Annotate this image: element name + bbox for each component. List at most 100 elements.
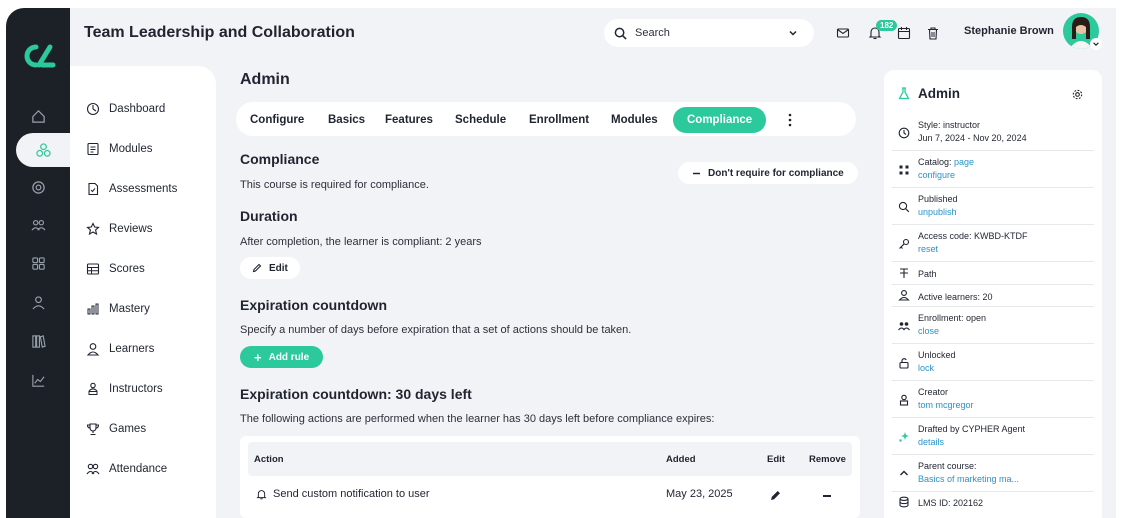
tab-features[interactable]: Features — [385, 109, 433, 131]
panel-row-path: Path — [892, 262, 1094, 285]
target-icon — [31, 180, 45, 194]
rail-library[interactable] — [6, 324, 70, 358]
database-icon — [899, 496, 909, 508]
added-cell: May 23, 2025 — [666, 488, 733, 500]
modules-icon — [35, 142, 51, 157]
content-heading: Admin — [240, 71, 290, 88]
edit-row-button[interactable] — [770, 490, 781, 501]
bar-chart-icon — [87, 303, 99, 315]
enrollment-label: Enrollment: open — [918, 313, 987, 323]
search-icon — [898, 201, 910, 213]
tab-configure[interactable]: Configure — [250, 109, 304, 131]
action-cell: Send custom notification to user — [256, 488, 430, 500]
sidebar-item-attendance[interactable]: Attendance — [86, 459, 167, 479]
app-logo[interactable] — [20, 41, 56, 71]
group-icon — [86, 463, 100, 475]
unpublish-link[interactable]: unpublish — [918, 207, 957, 217]
edit-duration-button[interactable]: Edit — [240, 257, 300, 279]
pencil-icon — [771, 491, 780, 500]
compliance-title: Compliance — [240, 151, 320, 167]
access-code-label: Access code: KWBD-KTDF — [918, 231, 1028, 241]
details-link[interactable]: details — [918, 437, 944, 447]
more-options-icon[interactable] — [786, 113, 794, 127]
catalog-label: Catalog: page — [918, 157, 974, 167]
remove-row-button[interactable] — [822, 493, 832, 499]
rail-users[interactable] — [6, 208, 70, 242]
table-icon — [86, 263, 100, 275]
panel-row-parent-course: Parent course: Basics of marketing ma... — [892, 455, 1094, 492]
actions-table: Action Added Edit Remove Send custom not… — [240, 436, 860, 518]
sidebar-item-reviews[interactable]: Reviews — [86, 219, 152, 239]
grid-icon — [31, 256, 45, 270]
chevron-up-icon[interactable] — [898, 467, 910, 479]
user-name[interactable]: Stephanie Brown — [964, 25, 1054, 37]
rail-target[interactable] — [6, 170, 70, 204]
avatar-menu-chevron-icon[interactable] — [1090, 38, 1102, 50]
rail-chart[interactable] — [6, 363, 70, 397]
published-label: Published — [918, 194, 958, 204]
sidebar-item-label: Dashboard — [109, 103, 166, 115]
catalog-page-link[interactable]: page — [954, 157, 974, 167]
duration-title: Duration — [240, 208, 298, 224]
parent-course-link[interactable]: Basics of marketing ma... — [918, 474, 1019, 484]
sidebar-item-modules[interactable]: Modules — [86, 139, 152, 159]
enroll-icon — [898, 322, 910, 331]
panel-row-active-learners: Active learners: 20 — [892, 285, 1094, 307]
sidebar-item-label: Scores — [109, 263, 145, 275]
sidebar-item-scores[interactable]: Scores — [86, 259, 145, 279]
drafted-label: Drafted by CYPHER Agent — [918, 424, 1026, 434]
catalog-configure-link[interactable]: configure — [918, 170, 955, 180]
column-header-added: Added — [666, 454, 696, 465]
tab-schedule[interactable]: Schedule — [455, 109, 506, 131]
calendar-icon[interactable] — [897, 26, 911, 40]
admin-info-panel: Admin Style: instructor Jun 7, 2024 - No… — [884, 70, 1102, 518]
trophy-icon — [86, 423, 100, 436]
expiration-text: Specify a number of days before expirati… — [240, 324, 632, 336]
tab-modules[interactable]: Modules — [611, 109, 658, 131]
trash-icon[interactable] — [926, 26, 940, 40]
lock-link[interactable]: lock — [918, 363, 934, 373]
tab-basics[interactable]: Basics — [328, 109, 365, 131]
pencil-icon — [252, 263, 262, 273]
unlock-icon — [899, 358, 909, 369]
close-enrollment-link[interactable]: close — [918, 326, 939, 336]
rail-user[interactable] — [6, 285, 70, 319]
sidebar-item-label: Mastery — [109, 303, 150, 315]
panel-row-published: Published unpublish — [892, 188, 1094, 225]
sidebar-item-assessments[interactable]: Assessments — [86, 179, 177, 199]
sidebar-item-mastery[interactable]: Mastery — [86, 299, 150, 319]
search-input[interactable]: Search — [604, 19, 814, 47]
page-title: Team Leadership and Collaboration — [84, 24, 355, 41]
panel-row-access-code: Access code: KWBD-KTDF reset — [892, 225, 1094, 262]
app-rail — [6, 8, 70, 518]
sidebar-item-instructors[interactable]: Instructors — [86, 379, 163, 399]
tab-enrollment[interactable]: Enrollment — [529, 109, 589, 131]
rail-grid[interactable] — [6, 246, 70, 280]
path-label[interactable]: Path — [918, 269, 937, 279]
minus-icon — [693, 172, 700, 174]
add-rule-label: Add rule — [268, 351, 310, 363]
sidebar-item-learners[interactable]: Learners — [86, 339, 154, 359]
dashboard-icon — [86, 102, 100, 116]
dont-require-button[interactable]: Don't require for compliance — [678, 162, 858, 184]
sidebar-item-dashboard[interactable]: Dashboard — [86, 99, 165, 119]
users-icon — [30, 219, 46, 231]
creator-link[interactable]: tom mcgregor — [918, 400, 974, 410]
active-learners-label: Active learners: 20 — [918, 292, 993, 302]
creator-icon — [899, 394, 909, 406]
column-header-edit: Edit — [767, 454, 785, 465]
plus-icon: + — [254, 349, 262, 365]
reset-link[interactable]: reset — [918, 244, 938, 254]
mail-icon[interactable] — [836, 26, 850, 40]
add-rule-button[interactable]: + Add rule — [240, 346, 324, 368]
chevron-down-icon[interactable] — [782, 22, 804, 44]
sidebar-item-games[interactable]: Games — [86, 419, 146, 439]
tab-compliance[interactable]: Compliance — [673, 107, 767, 133]
catalog-label-text: Catalog: — [918, 157, 955, 167]
tab-bar: Configure Basics Features Schedule Enrol… — [236, 102, 856, 136]
table-header: Action Added Edit Remove — [248, 442, 852, 476]
gear-icon[interactable] — [1072, 89, 1083, 100]
rail-home[interactable] — [6, 99, 70, 133]
style-dates: Jun 7, 2024 - Nov 20, 2024 — [918, 133, 1027, 143]
rail-modules[interactable] — [16, 133, 70, 167]
